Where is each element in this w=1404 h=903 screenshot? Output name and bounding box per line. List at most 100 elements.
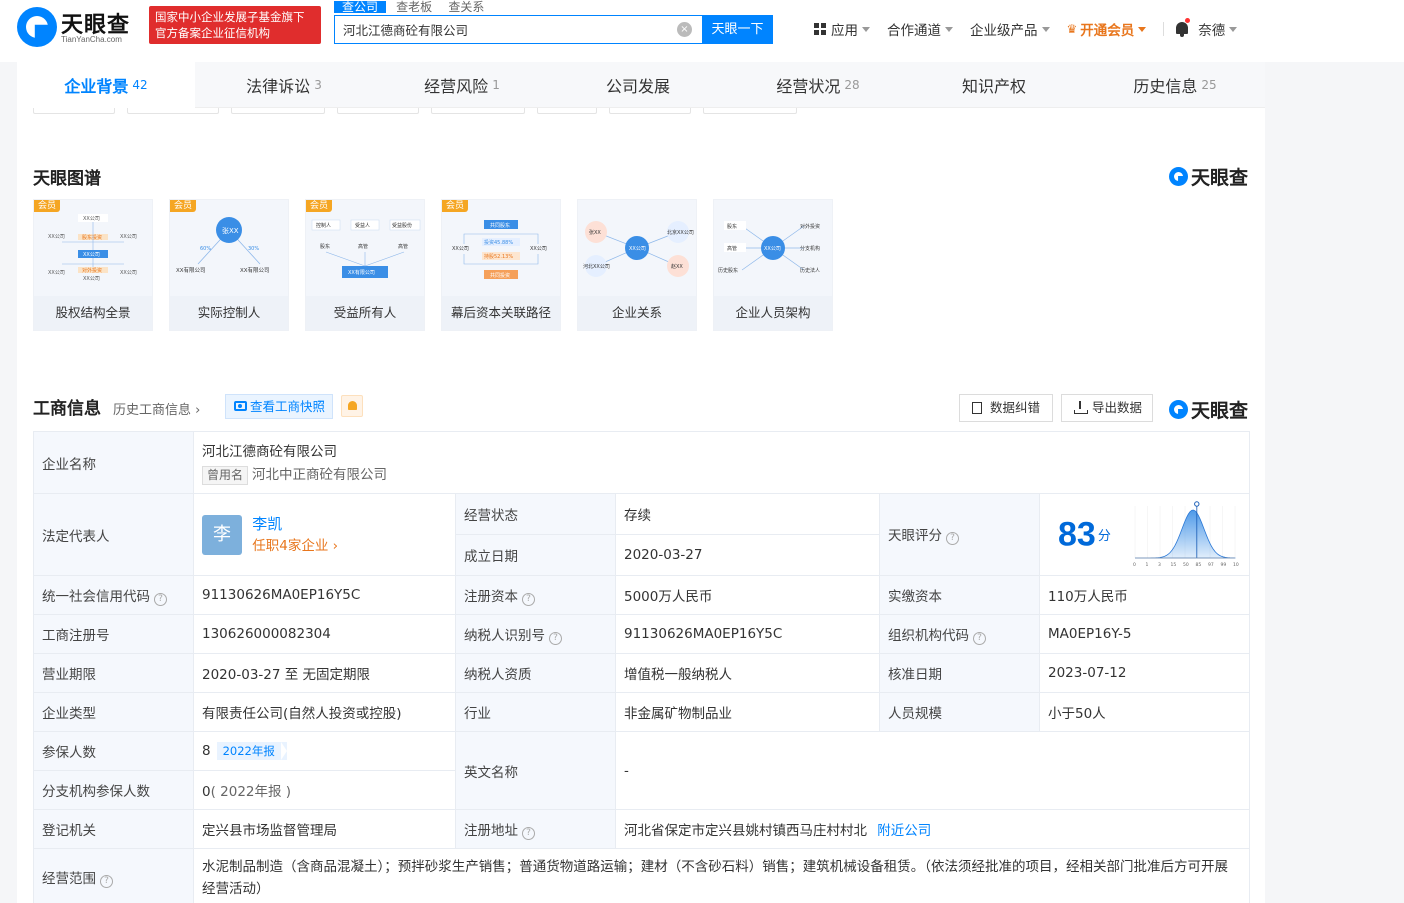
export-button[interactable]: 导出数据 [1061,394,1153,422]
biz-section-title: 工商信息 [33,399,101,419]
svg-text:高管: 高管 [358,243,368,250]
tab-risk[interactable]: 经营风险 1 [373,62,551,108]
help-icon[interactable]: ? [946,532,959,545]
nav-partners[interactable]: 合作通道 [887,19,953,39]
tab-label: 经营风险 [424,77,489,96]
graph-card-staff[interactable]: 股东 高管 历史股东 XX公司 对外投资 分支机构 历史法人 企业人员架构 [713,199,833,331]
ghost-button[interactable] [537,108,597,114]
tab-history[interactable]: 历史信息 25 [1085,62,1265,108]
help-icon[interactable]: ? [154,592,167,606]
credit-code-label: 统一社会信用代码 [42,588,150,605]
tab-label: 历史信息 [1133,77,1198,96]
legal-rep-cell: 李 李凯 任职4家企业 › [193,493,456,576]
graph-card-controller[interactable]: 张XX 60% 30% XX有限公司 XX有限公司 会员 实际控制人 [169,199,289,331]
ghost-button[interactable] [609,108,691,114]
search-tab-relation[interactable]: 查关系 [442,1,490,13]
insured-year-tag[interactable]: 2022年报 [216,742,288,760]
svg-text:对外投资: 对外投资 [82,267,102,274]
help-icon[interactable]: ? [549,631,562,645]
svg-text:股东: 股东 [320,243,330,250]
history-biz-link[interactable]: 历史工商信息 › [113,399,200,418]
search-box: × [334,15,702,44]
legal-rep-name[interactable]: 李凯 [252,513,338,535]
bell-icon[interactable] [1174,18,1191,38]
svg-text:XX公司: XX公司 [629,246,646,252]
reg-no-value: 130626000082304 [193,614,456,654]
graph-card-capital-path[interactable]: 共同股东 XX公司 XX公司 投资45.88% 持股52.13% 共同投资 会员… [441,199,561,331]
scope-label-cell: 经营范围? [33,848,194,903]
logo-subtitle: TianYanCha.com [61,35,122,44]
status-label: 经营状态 [455,493,616,535]
ghost-button[interactable] [703,108,797,114]
nav-vip[interactable]: ♛ 开通会员 [1067,19,1147,39]
chevron-down-icon [945,26,953,32]
svg-text:河北XX公司: 河北XX公司 [583,263,610,270]
svg-text:XX公司: XX公司 [120,234,137,240]
chevron-down-icon [1229,26,1238,32]
capital-path-diagram-icon: 共同股东 XX公司 XX公司 投资45.88% 持股52.13% 共同投资 [452,220,547,279]
paid-capital-value: 110万人民币 [1038,575,1251,615]
ghost-button[interactable] [127,108,219,114]
founded-label: 成立日期 [455,534,616,576]
nearby-companies-link[interactable]: 附近公司 [877,823,931,839]
nav-user[interactable]: 奈德 [1198,19,1238,39]
score-value: 83 [1058,515,1096,553]
company-name-label: 企业名称 [33,431,194,494]
nav-divider [1163,22,1165,36]
ghost-button[interactable] [337,108,419,114]
tab-development[interactable]: 公司发展 [551,62,729,108]
vip-tag: 会员 [442,200,469,212]
search-tab-boss[interactable]: 查老板 [390,1,438,13]
tab-legal[interactable]: 法律诉讼 3 [195,62,373,108]
table-row: 企业名称 河北江德商砼有限公司 曾用名 河北中正商砼有限公司 [33,431,1251,494]
approve-label: 核准日期 [879,653,1040,693]
site-logo[interactable]: 天眼查 TianYanCha.com [17,7,145,47]
nav-apps[interactable]: 应用 [814,19,870,39]
help-icon[interactable]: ? [522,826,535,840]
graph-card-relations[interactable]: 张XX 北京XX公司 XX公司 河北XX公司 赵XX 企业关系 [577,199,697,331]
table-row: 参保人数 8 2022年报 英文名称 - [33,731,1251,810]
ghost-button[interactable] [431,108,525,114]
search-input[interactable] [335,16,665,43]
monitor-bell-button[interactable] [341,395,363,417]
gov-badge[interactable]: 国家中小企业发展子基金旗下 官方备案企业征信机构 [149,6,321,44]
graph-card-label: 实际控制人 [170,296,288,330]
crown-icon: ♛ [1066,22,1078,36]
vip-tag: 会员 [306,200,333,212]
ghost-button[interactable] [33,108,115,114]
branch-insured-value: 0 [202,784,211,800]
staff-value: 小于50人 [1038,692,1251,732]
clear-icon[interactable]: × [677,22,692,37]
chart-tick-label: 15 [1171,562,1177,568]
branch-insured-year: ( 2022年报 ) [210,784,292,800]
search-tab-company[interactable]: 查公司 [334,1,387,13]
table-row: 经营范围? 水泥制品制造（含商品混凝土）；预拌砂浆生产销售；普通货物道路运输；建… [33,848,1251,903]
nav-enterprise[interactable]: 企业级产品 [970,19,1050,39]
graph-card-beneficiary[interactable]: 控制人 受益人 受益股份 股东 高管 高管 XX有限公司 会员 受益所有人 [305,199,425,331]
graph-card-equity[interactable]: XX公司 XX公司 XX公司 股东投资 XX公司 对外投资 XX公司 XX公司 … [33,199,153,331]
table-row: 法定代表人 李 李凯 任职4家企业 › 经营状态 存续 天眼评分? 83 分 0 1… [33,493,1251,576]
snapshot-button[interactable]: 查看工商快照 [225,394,333,419]
svg-text:历史法人: 历史法人 [800,267,820,274]
table-row: 营业期限 2020-03-27 至 无固定期限 纳税人资质 增值税一般纳税人 核… [33,653,1251,693]
equity-diagram-icon: XX公司 XX公司 XX公司 股东投资 XX公司 对外投资 XX公司 XX公司 … [48,214,137,282]
tab-operation[interactable]: 经营状况 28 [729,62,907,108]
tab-ip[interactable]: 知识产权 [907,62,1085,108]
data-correct-button[interactable]: 数据纠错 [959,394,1053,422]
ghost-button[interactable] [231,108,325,114]
chart-tick-label: 3 [1158,562,1161,568]
search-button[interactable]: 天眼一下 [702,15,773,44]
company-name-cell: 河北江德商砼有限公司 曾用名 河北中正商砼有限公司 [192,431,1251,494]
help-icon[interactable]: ? [973,631,986,645]
tab-background[interactable]: 企业背景 42 [17,62,195,108]
t1: XX公司 [83,216,100,222]
graph-card-label: 企业关系 [578,296,696,330]
svg-text:30%: 30% [248,246,259,252]
legal-rep-roles[interactable]: 任职4家企业 › [252,535,338,557]
gov-badge-line2: 官方备案企业征信机构 [155,26,270,40]
top-header: 天眼查 TianYanCha.com 国家中小企业发展子基金旗下 官方备案企业征… [0,0,1404,62]
help-icon[interactable]: ? [522,592,535,606]
nav-apps-label: 应用 [831,23,858,39]
help-icon[interactable]: ? [100,875,113,888]
avatar[interactable]: 李 [202,514,242,555]
